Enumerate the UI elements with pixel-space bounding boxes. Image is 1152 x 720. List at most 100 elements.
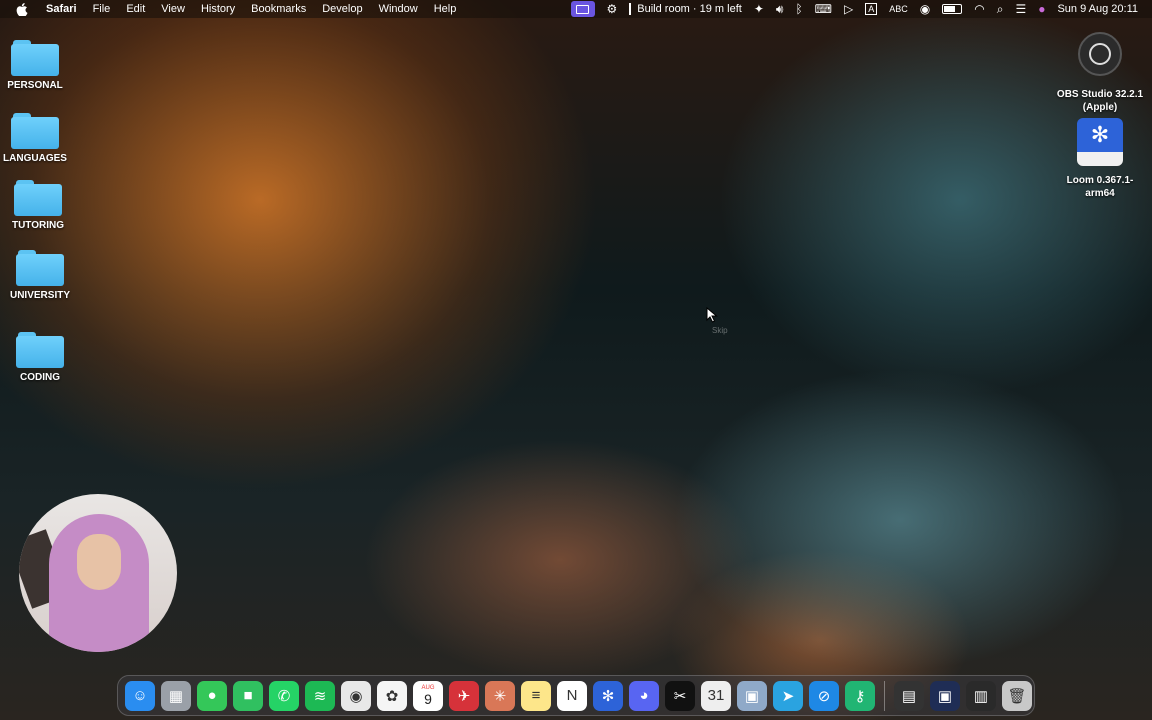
passwords-icon: ⚷ bbox=[854, 687, 866, 705]
webcam-bubble[interactable] bbox=[19, 494, 177, 652]
dock-launchpad[interactable]: ▦ bbox=[161, 680, 191, 711]
skip-overlay-text[interactable]: Skip bbox=[712, 326, 728, 335]
telegram-icon: ➤ bbox=[781, 687, 795, 705]
dock-chrome[interactable]: ◉ bbox=[341, 680, 371, 711]
desktop-app-obs[interactable]: OBS Studio 32.2.1 (Apple) bbox=[1053, 32, 1147, 114]
apple-menu-icon[interactable] bbox=[16, 2, 28, 16]
recent-window-1-icon: ▤ bbox=[901, 687, 917, 705]
dock-photos[interactable]: ✿ bbox=[377, 680, 407, 711]
dock-preview[interactable]: ▣ bbox=[737, 680, 767, 711]
dock-whatsapp[interactable]: ✆ bbox=[269, 680, 299, 711]
menu-bookmarks[interactable]: Bookmarks bbox=[243, 0, 314, 18]
menu-history[interactable]: History bbox=[193, 0, 243, 18]
preview-icon: ▣ bbox=[744, 687, 760, 705]
bluetooth-icon[interactable]: ᛒ bbox=[795, 0, 802, 18]
airmail-icon: ✈ bbox=[457, 687, 471, 705]
menu-bar: Safari File Edit View History Bookmarks … bbox=[0, 0, 1152, 18]
dock-finder[interactable]: ☺ bbox=[125, 680, 155, 711]
folder-label: LANGUAGES bbox=[3, 153, 67, 164]
messages-icon: ● bbox=[207, 687, 217, 704]
desktop-app-loom[interactable]: ✻ Loom 0.367.1- arm64 bbox=[1053, 118, 1147, 200]
facetime-icon: ■ bbox=[243, 687, 253, 704]
build-room-status[interactable]: Build room · 19 m left bbox=[629, 3, 742, 15]
folder-icon bbox=[16, 332, 64, 368]
siri-icon[interactable]: ● bbox=[1038, 0, 1045, 18]
dock-airmail[interactable]: ✈ bbox=[449, 680, 479, 711]
keyboard-icon[interactable]: ⌨ bbox=[815, 0, 832, 18]
dock-calendar-31[interactable]: 31 bbox=[701, 680, 731, 711]
clock[interactable]: Sun 9 Aug 20:11 bbox=[1057, 3, 1138, 15]
dock-separator bbox=[884, 680, 885, 711]
dock-capcut[interactable]: ✂ bbox=[665, 680, 695, 711]
menu-view[interactable]: View bbox=[153, 0, 193, 18]
app-label-line2: arm64 bbox=[1085, 188, 1115, 199]
dock-trash[interactable]: 🗑 bbox=[1002, 680, 1032, 711]
dock-loom[interactable]: ✻ bbox=[593, 680, 623, 711]
search-icon[interactable]: ⌕ bbox=[997, 0, 1004, 18]
dock-notes[interactable]: ≡ bbox=[521, 680, 551, 711]
sparkle-icon[interactable]: ✦ bbox=[754, 0, 764, 18]
dock-messages[interactable]: ● bbox=[197, 680, 227, 711]
dock-facetime[interactable]: ■ bbox=[233, 680, 263, 711]
folder-icon bbox=[11, 113, 59, 149]
finder-icon: ☺ bbox=[132, 687, 148, 704]
build-room-label: Build room · 19 m left bbox=[637, 3, 742, 15]
obs-icon bbox=[1078, 32, 1122, 76]
input-indicator[interactable]: A bbox=[865, 3, 878, 15]
menu-app-name[interactable]: Safari bbox=[38, 0, 85, 18]
folder-personal[interactable]: PERSONAL bbox=[0, 40, 75, 91]
menu-file[interactable]: File bbox=[85, 0, 119, 18]
loom-icon: ✻ bbox=[601, 687, 615, 705]
wifi-icon[interactable]: ◠ bbox=[974, 0, 984, 18]
recent-window-2-icon: ▣ bbox=[937, 687, 953, 705]
dock-claude[interactable]: ✳ bbox=[485, 680, 515, 711]
dock-telegram[interactable]: ➤ bbox=[773, 680, 803, 711]
calendar-day-label: 9 bbox=[424, 690, 432, 707]
app-label-line2: (Apple) bbox=[1082, 102, 1118, 113]
menu-edit[interactable]: Edit bbox=[118, 0, 153, 18]
dock-apps: ☺ ▦ ● ■ ✆ ≋ ◉ ✿ AUG 9 ✈ ✳ ≡ N ✻ ◕ ✂ 31 ▣ ➤ ⊘ ⚷ bbox=[122, 680, 878, 711]
dock-discord[interactable]: ◕ bbox=[629, 680, 659, 711]
dock-passwords[interactable]: ⚷ bbox=[845, 680, 875, 711]
app-label-line1: Loom 0.367.1- bbox=[1066, 175, 1134, 186]
mouse-cursor-icon bbox=[706, 306, 718, 328]
chrome-icon: ◉ bbox=[349, 687, 363, 705]
webcam-face bbox=[77, 534, 121, 590]
notion-icon: N bbox=[566, 687, 578, 704]
folder-label: CODING bbox=[20, 372, 60, 383]
screen-recording-icon[interactable] bbox=[570, 1, 595, 17]
folder-coding[interactable]: CODING bbox=[0, 332, 80, 383]
dock-calendar[interactable]: AUG 9 bbox=[413, 680, 443, 711]
whatsapp-icon: ✆ bbox=[277, 687, 291, 705]
photos-icon: ✿ bbox=[385, 687, 399, 705]
play-icon[interactable]: ▷ bbox=[844, 0, 853, 18]
user-icon[interactable]: ◉ bbox=[920, 0, 930, 18]
trash-icon: 🗑 bbox=[1007, 687, 1027, 705]
gear-status-icon[interactable]: ⚙ bbox=[607, 0, 618, 18]
calendar-31-icon: 31 bbox=[707, 687, 725, 704]
menu-develop[interactable]: Develop bbox=[314, 0, 370, 18]
dock-spotify[interactable]: ≋ bbox=[305, 680, 335, 711]
control-center-icon[interactable]: ☰ bbox=[1015, 0, 1026, 18]
battery-icon[interactable] bbox=[942, 4, 963, 14]
folder-icon bbox=[16, 250, 64, 286]
app-label-line1: OBS Studio 32.2.1 bbox=[1056, 89, 1144, 100]
dock-notion[interactable]: N bbox=[557, 680, 587, 711]
claude-icon: ✳ bbox=[493, 687, 507, 705]
dock-safari[interactable]: ⊘ bbox=[809, 680, 839, 711]
volume-icon[interactable]: 🔊︎ bbox=[776, 0, 784, 18]
discord-icon: ◕ bbox=[639, 687, 649, 704]
dock-recent-window-2[interactable]: ▣ bbox=[930, 680, 960, 711]
menu-window[interactable]: Window bbox=[371, 0, 426, 18]
input-source-label[interactable]: ABC bbox=[889, 4, 908, 14]
folder-languages[interactable]: LANGUAGES bbox=[0, 113, 75, 164]
divider-icon bbox=[629, 3, 632, 15]
dock-recent-window-1[interactable]: ▤ bbox=[894, 680, 924, 711]
folder-university[interactable]: UNIVERSITY bbox=[0, 250, 80, 301]
dock: ☺ ▦ ● ■ ✆ ≋ ◉ ✿ AUG 9 ✈ ✳ ≡ N ✻ ◕ ✂ 31 ▣ ➤ ⊘ ⚷ ▤ ▣ ▥ 🗑 bbox=[117, 675, 1035, 716]
loom-disk-icon: ✻ bbox=[1077, 118, 1123, 168]
folder-tutoring[interactable]: TUTORING bbox=[0, 180, 78, 231]
menu-help[interactable]: Help bbox=[426, 0, 465, 18]
dock-recent-window-3[interactable]: ▥ bbox=[966, 680, 996, 711]
notes-icon: ≡ bbox=[531, 687, 541, 704]
